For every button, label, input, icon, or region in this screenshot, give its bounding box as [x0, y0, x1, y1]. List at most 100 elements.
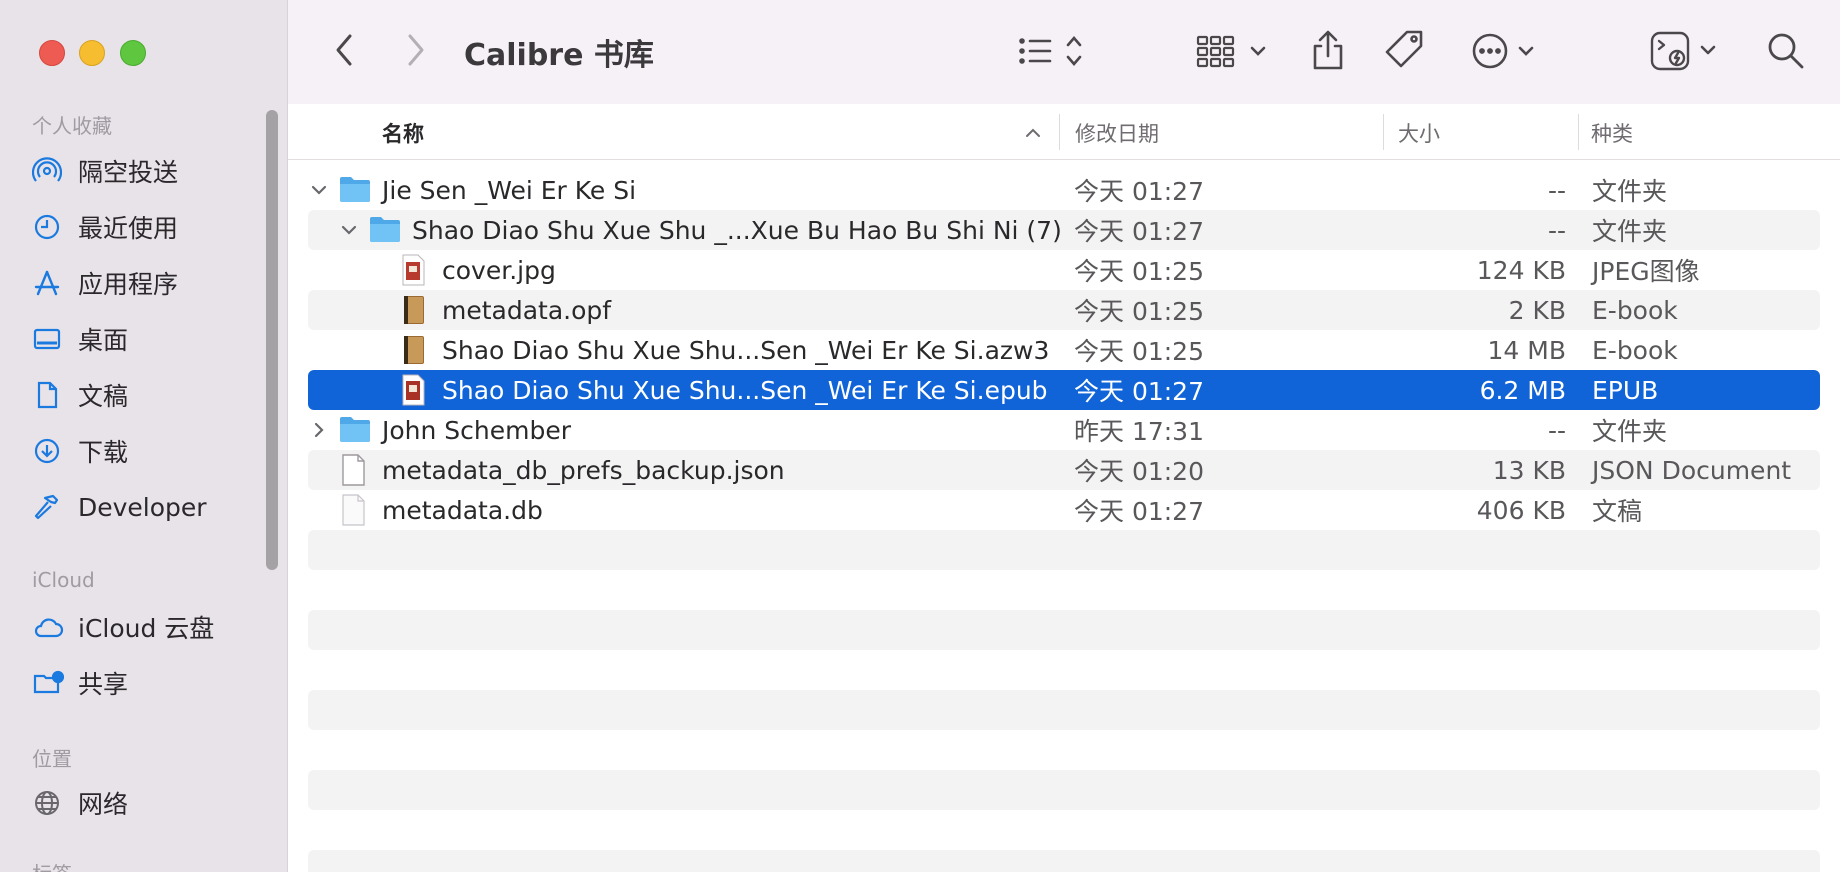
disclosure-expanded-icon[interactable] — [308, 170, 330, 210]
minimize-window-button[interactable] — [79, 40, 105, 66]
empty-row — [308, 770, 1820, 810]
tag-icon — [1385, 30, 1423, 68]
file-row[interactable]: John Schember 昨天 17:31 -- 文件夹 — [308, 410, 1820, 450]
ellipsis-circle-icon — [1472, 33, 1534, 69]
sidebar-scrollbar[interactable] — [266, 110, 278, 570]
file-kind: 文件夹 — [1592, 177, 1668, 206]
column-header: 名称 修改日期 大小 种类 — [288, 104, 1840, 160]
sidebar-item-documents[interactable]: 文稿 — [32, 375, 272, 415]
sidebar-item-label: 网络 — [78, 790, 129, 819]
file-date: 今天 01:27 — [1074, 377, 1204, 406]
file-kind: JPEG图像 — [1592, 257, 1700, 286]
forward-button[interactable] — [400, 32, 432, 68]
json-file-icon — [338, 454, 372, 486]
column-divider[interactable] — [1383, 114, 1384, 150]
file-date: 今天 01:27 — [1074, 177, 1204, 206]
folder-icon — [338, 174, 372, 206]
disclosure-expanded-icon[interactable] — [338, 210, 360, 250]
sidebar-item-developer[interactable]: Developer — [32, 487, 272, 527]
file-date: 今天 01:25 — [1074, 337, 1204, 366]
globe-icon — [32, 788, 66, 818]
share-icon — [1313, 30, 1343, 70]
column-divider[interactable] — [1578, 114, 1579, 150]
sidebar-item-recents[interactable]: 最近使用 — [32, 207, 272, 247]
list-view-icon — [1019, 36, 1082, 66]
file-name: Shao Diao Shu Xue Shu...Sen _Wei Er Ke S… — [442, 375, 1048, 405]
image-file-icon — [398, 254, 432, 286]
file-size: -- — [1547, 215, 1566, 245]
file-size: -- — [1547, 175, 1566, 205]
file-row[interactable]: metadata.db 今天 01:27 406 KB 文稿 — [308, 490, 1820, 530]
sidebar-section-favorites: 个人收藏 — [32, 114, 112, 138]
column-divider[interactable] — [1059, 114, 1060, 150]
disclosure-collapsed-icon[interactable] — [308, 410, 330, 450]
grid-icon — [1196, 35, 1266, 68]
empty-row — [308, 530, 1820, 570]
file-date: 今天 01:25 — [1074, 297, 1204, 326]
file-row[interactable]: Jie Sen _Wei Er Ke Si 今天 01:27 -- 文件夹 — [308, 170, 1820, 210]
sidebar-item-label: 桌面 — [78, 326, 129, 355]
file-row[interactable]: metadata.opf 今天 01:25 2 KB E-book — [308, 290, 1820, 330]
sidebar-section-icloud: iCloud — [32, 568, 95, 592]
file-size: 6.2 MB — [1479, 375, 1566, 405]
desktop-icon — [32, 324, 66, 354]
file-row[interactable]: metadata_db_prefs_backup.json 今天 01:20 13 … — [308, 450, 1820, 490]
search-icon — [1768, 33, 1804, 69]
file-row[interactable]: cover.jpg 今天 01:25 124 KB JPEG图像 — [308, 250, 1820, 290]
file-kind: 文件夹 — [1592, 217, 1668, 246]
zoom-window-button[interactable] — [120, 40, 146, 66]
file-kind: 文件夹 — [1592, 417, 1668, 446]
file-name: Shao Diao Shu Xue Shu _...Xue Bu Hao Bu … — [412, 215, 1062, 245]
file-size: 14 MB — [1487, 335, 1566, 365]
folder-icon — [368, 214, 402, 246]
empty-row — [308, 850, 1820, 872]
file-size: 124 KB — [1476, 255, 1566, 285]
document-icon — [32, 380, 66, 410]
sidebar-item-label: 应用程序 — [78, 270, 179, 299]
file-kind: 文稿 — [1592, 497, 1643, 526]
file-date: 今天 01:25 — [1074, 257, 1204, 286]
sidebar-item-icloud-drive[interactable]: iCloud 云盘 — [32, 607, 272, 647]
more-actions-button[interactable] — [1470, 30, 1546, 72]
file-date: 今天 01:27 — [1074, 497, 1204, 526]
column-name-header[interactable]: 名称 — [382, 118, 424, 148]
column-kind-header[interactable]: 种类 — [1591, 118, 1633, 148]
sidebar-item-label: 共享 — [78, 670, 129, 699]
sidebar: 个人收藏 隔空投送 最近使用 应用程序 桌面 文稿 下载 Developer i… — [0, 0, 288, 872]
file-name: Shao Diao Shu Xue Shu...Sen _Wei Er Ke S… — [442, 335, 1050, 365]
file-name: metadata.db — [382, 495, 543, 525]
file-date: 昨天 17:31 — [1074, 417, 1204, 446]
sidebar-item-applications[interactable]: 应用程序 — [32, 263, 272, 303]
shortcuts-button[interactable] — [1650, 28, 1726, 74]
sidebar-item-airdrop[interactable]: 隔空投送 — [32, 151, 272, 191]
file-kind: E-book — [1592, 335, 1678, 365]
tags-button[interactable] — [1382, 28, 1428, 72]
column-date-header[interactable]: 修改日期 — [1075, 118, 1159, 148]
view-options-button[interactable] — [1016, 30, 1096, 72]
file-row[interactable]: Shao Diao Shu Xue Shu _...Xue Bu Hao Bu … — [308, 210, 1820, 250]
file-row[interactable]: Shao Diao Shu Xue Shu...Sen _Wei Er Ke S… — [308, 370, 1820, 410]
close-window-button[interactable] — [39, 40, 65, 66]
group-button[interactable] — [1196, 30, 1272, 72]
sort-ascending-icon — [1024, 124, 1042, 143]
sidebar-item-label: 最近使用 — [78, 214, 179, 243]
file-name: metadata_db_prefs_backup.json — [382, 455, 785, 485]
sidebar-item-network[interactable]: 网络 — [32, 783, 272, 823]
file-name: John Schember — [382, 415, 572, 445]
ebook-icon — [398, 334, 432, 366]
file-kind: JSON Document — [1592, 455, 1792, 485]
sidebar-item-label: iCloud 云盘 — [78, 614, 215, 643]
sidebar-item-shared[interactable]: 共享 — [32, 663, 272, 703]
sidebar-item-downloads[interactable]: 下载 — [32, 431, 272, 471]
epub-icon — [398, 374, 432, 406]
sidebar-item-desktop[interactable]: 桌面 — [32, 319, 272, 359]
search-button[interactable] — [1764, 30, 1808, 72]
file-date: 今天 01:27 — [1074, 217, 1204, 246]
file-size: -- — [1547, 415, 1566, 445]
airdrop-icon — [32, 156, 66, 186]
file-row[interactable]: Shao Diao Shu Xue Shu...Sen _Wei Er Ke S… — [308, 330, 1820, 370]
back-button[interactable] — [328, 32, 360, 68]
chevron-left-icon — [336, 34, 352, 66]
column-size-header[interactable]: 大小 — [1398, 118, 1440, 148]
share-button[interactable] — [1308, 26, 1348, 74]
